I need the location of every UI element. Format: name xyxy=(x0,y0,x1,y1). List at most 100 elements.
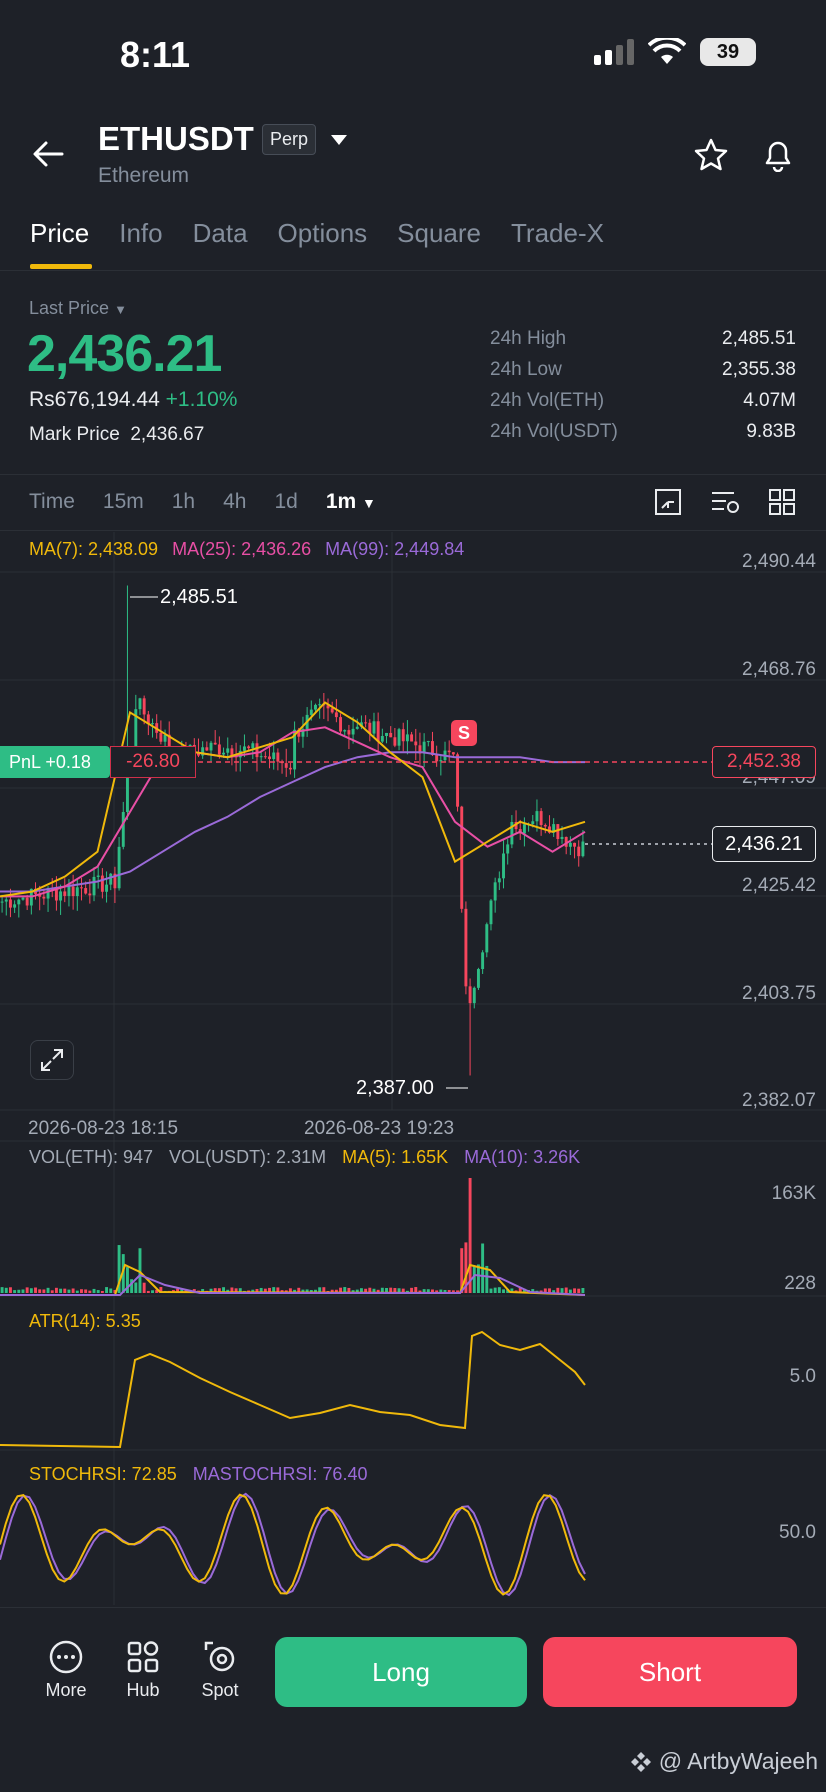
tab-square[interactable]: Square xyxy=(397,218,481,249)
candle-body xyxy=(96,875,100,877)
tab-options[interactable]: Options xyxy=(278,218,368,249)
tab-trade-x[interactable]: Trade-X xyxy=(511,218,604,249)
back-arrow-icon[interactable] xyxy=(32,140,64,168)
interval-1d[interactable]: 1d xyxy=(274,490,297,514)
grid-hub-icon xyxy=(127,1641,159,1673)
candle-body xyxy=(372,721,376,734)
candle-body xyxy=(263,756,267,758)
volume-bar xyxy=(151,1290,154,1293)
nav-hub[interactable]: Hub xyxy=(107,1640,179,1701)
candle-body xyxy=(163,734,167,742)
chevron-down-icon[interactable] xyxy=(330,134,348,146)
candle-body xyxy=(380,736,384,742)
long-button[interactable]: Long xyxy=(275,1637,527,1707)
star-icon[interactable] xyxy=(694,138,728,172)
tab-info[interactable]: Info xyxy=(119,218,162,249)
volume-bar xyxy=(142,1282,146,1293)
volume-bar xyxy=(96,1290,100,1293)
volume-bar xyxy=(80,1289,83,1293)
candle-body xyxy=(339,717,343,732)
short-button[interactable]: Short xyxy=(543,1637,797,1707)
volume-bar xyxy=(84,1289,88,1293)
spot-icon xyxy=(204,1641,235,1672)
interval-15m[interactable]: 15m xyxy=(103,490,144,514)
candle-body xyxy=(577,846,581,857)
candle-body xyxy=(522,824,526,834)
price-chart[interactable] xyxy=(0,530,826,1610)
mastochrsi-label: MASTOCHRSI: 76.40 xyxy=(192,1464,368,1484)
candle-body xyxy=(493,882,497,901)
price-change: +1.10% xyxy=(165,388,238,411)
interval-4h[interactable]: 4h xyxy=(223,490,246,514)
volume-bar xyxy=(564,1287,568,1293)
candle-body xyxy=(67,886,71,896)
nav-spot[interactable]: Spot xyxy=(184,1640,256,1701)
last-price: 2,436.21 xyxy=(27,325,222,383)
layout-grid-icon[interactable] xyxy=(768,488,796,516)
candle-body xyxy=(414,741,418,746)
volume-bar xyxy=(50,1290,54,1293)
high-price-label: 2,485.51 xyxy=(160,586,238,608)
vol-usdt-label: VOL(USDT): 2.31M xyxy=(169,1147,327,1167)
fullscreen-button[interactable] xyxy=(30,1040,74,1080)
low-price-label: 2,387.00 xyxy=(356,1077,434,1099)
indicator-settings-icon[interactable] xyxy=(710,488,740,516)
candle-body xyxy=(476,969,480,988)
interval-1m[interactable]: 1m ▼ xyxy=(326,490,376,514)
volume-bar xyxy=(573,1288,577,1293)
pnl-value[interactable]: -26.80 xyxy=(110,746,196,778)
chart-type-icon[interactable] xyxy=(654,488,682,516)
candle-body xyxy=(54,889,58,901)
candle-body xyxy=(393,737,397,746)
volume-bar xyxy=(502,1289,505,1293)
candle-body xyxy=(121,812,125,847)
vol-ma10-label: MA(10): 3.26K xyxy=(464,1147,581,1167)
volume-bar xyxy=(568,1289,572,1293)
bell-icon[interactable] xyxy=(762,138,794,172)
tab-price[interactable]: Price xyxy=(30,218,89,249)
stats-divider xyxy=(0,474,826,475)
watermark: @ ArtbyWajeeh xyxy=(629,1748,818,1775)
candle-body xyxy=(497,878,501,883)
candle-body xyxy=(397,729,401,746)
candle-body xyxy=(560,836,564,839)
stat-24h-vol-usdt: 24h Vol(USDT) 9.83B xyxy=(490,421,796,442)
candle-body xyxy=(334,712,338,718)
status-icons: 39 xyxy=(594,38,756,66)
candle-body xyxy=(355,726,359,729)
sell-marker[interactable]: S xyxy=(451,720,477,746)
candle-body xyxy=(439,760,443,762)
candle-body xyxy=(213,742,217,745)
symbol-subtitle: Ethereum xyxy=(98,164,190,187)
candle-body xyxy=(75,887,79,897)
candle-body xyxy=(531,821,535,825)
nav-more[interactable]: More xyxy=(30,1640,102,1701)
candle-body xyxy=(318,704,322,706)
candle-body xyxy=(13,904,17,908)
volume-bar xyxy=(472,1266,476,1293)
price-axis-tick: 2,425.42 xyxy=(742,875,816,896)
volume-bar xyxy=(42,1289,46,1293)
interval-1h[interactable]: 1h xyxy=(172,490,195,514)
volume-bar xyxy=(63,1288,67,1293)
expand-icon xyxy=(41,1049,63,1071)
candle-body xyxy=(464,908,468,987)
candle-body xyxy=(0,901,4,903)
volume-axis-tick: 163K xyxy=(771,1183,816,1204)
candle-body xyxy=(159,732,163,742)
candle-body xyxy=(468,986,472,1004)
candle-body xyxy=(376,721,380,742)
pnl-badge[interactable]: PnL +0.18 xyxy=(0,746,110,778)
date-label: 2026-08-23 19:23 xyxy=(304,1118,455,1139)
interval-time[interactable]: Time xyxy=(29,490,75,514)
last-price-label[interactable]: Last Price ▼ xyxy=(29,298,127,319)
candle-body xyxy=(17,899,21,905)
volume-bar xyxy=(497,1287,501,1293)
ma25-label: MA(25): 2,436.26 xyxy=(172,539,312,559)
candle-body xyxy=(42,896,46,899)
tab-data[interactable]: Data xyxy=(193,218,248,249)
symbol-title[interactable]: ETHUSDT xyxy=(98,120,254,158)
ma7-label: MA(7): 2,438.09 xyxy=(29,539,159,559)
volume-bar xyxy=(4,1287,8,1293)
volume-bar xyxy=(92,1288,96,1293)
